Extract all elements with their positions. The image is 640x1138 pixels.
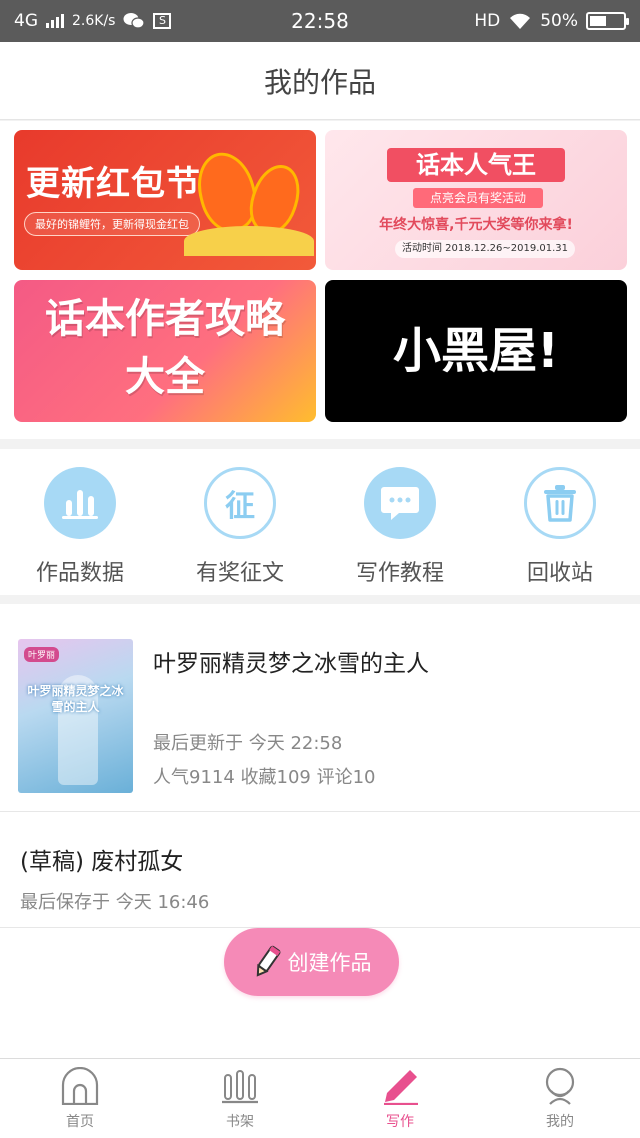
banner-author-guide[interactable]: 话本作者攻略 大全 — [14, 280, 316, 422]
chat-bubble-icon — [364, 467, 436, 539]
signal-icon — [46, 14, 64, 28]
bar-chart-icon — [44, 467, 116, 539]
pen-icon — [384, 1070, 418, 1105]
battery-icon — [586, 12, 629, 30]
banner-title-line1: 话本作者攻略 — [45, 296, 285, 342]
cover-logo: 叶罗丽 — [24, 647, 60, 662]
banner-subtitle: 最好的锦鲤符，更新得现金红包 — [24, 212, 200, 236]
status-bar: 4G 2.6K/s S 22:58 HD 50% — [0, 0, 640, 42]
work-title: (草稿) 废村孤女 — [20, 849, 184, 875]
tool-label: 写作教程 — [355, 561, 444, 586]
bottom-tab-bar: 首页 书架 写作 我的 — [0, 1058, 640, 1138]
tool-prize-essay[interactable]: 征 有奖征文 — [165, 449, 315, 595]
profile-icon — [545, 1067, 575, 1105]
tool-label: 有奖征文 — [195, 561, 284, 586]
pencil-icon — [256, 945, 280, 977]
work-last-saved: 最后保存于 今天 16:46 — [20, 892, 210, 913]
banner-title: 更新红包节 — [26, 164, 201, 204]
cover-title: 叶罗丽精灵梦之冰雪的主人 — [27, 684, 124, 714]
network-speed: 2.6K/s — [72, 13, 116, 29]
wifi-icon — [510, 13, 531, 29]
tool-grid: 作品数据 征 有奖征文 写作教程 回收站 — [0, 449, 640, 595]
banner-grid: 更新红包节 最好的锦鲤符，更新得现金红包 话本人气王 点亮会员有奖活动 年终大惊… — [0, 121, 640, 439]
bookshelf-icon — [222, 1070, 258, 1104]
banner-red-packet[interactable]: 更新红包节 最好的锦鲤符，更新得现金红包 — [14, 130, 316, 270]
banner-dark-room[interactable]: 小黑屋! — [325, 280, 627, 422]
tool-recycle-bin[interactable]: 回收站 — [485, 449, 635, 595]
work-last-update: 最后更新于 今天 22:58 — [153, 733, 343, 754]
tab-write[interactable]: 写作 — [320, 1059, 480, 1138]
wechat-icon — [123, 13, 146, 29]
notification-s-icon: S — [153, 13, 172, 29]
tab-home[interactable]: 首页 — [0, 1059, 160, 1138]
zheng-glyph: 征 — [225, 489, 255, 524]
create-work-label: 创建作品 — [287, 951, 372, 975]
work-title: 叶罗丽精灵梦之冰雪的主人 — [153, 651, 429, 677]
trash-icon — [524, 467, 596, 539]
book-cover: 叶罗丽 叶罗丽精灵梦之冰雪的主人 — [18, 639, 133, 793]
banner-prize-text: 年终大惊喜,千元大奖等你来拿! — [379, 217, 573, 233]
create-work-button[interactable]: 创建作品 — [224, 928, 399, 996]
banner-title: 话本人气王 — [387, 148, 565, 182]
tool-label: 回收站 — [526, 561, 593, 586]
zheng-icon: 征 — [204, 467, 276, 539]
work-item-draft[interactable]: (草稿) 废村孤女 最后保存于 今天 16:46 — [0, 812, 640, 928]
tool-label: 作品数据 — [35, 561, 124, 586]
tab-profile[interactable]: 我的 — [480, 1059, 640, 1138]
banner-title-line2: 大全 — [125, 354, 205, 400]
banner-popularity-king[interactable]: 话本人气王 点亮会员有奖活动 年终大惊喜,千元大奖等你来拿! 活动时间 2018… — [325, 130, 627, 270]
network-type: 4G — [14, 11, 38, 31]
work-item-published[interactable]: 叶罗丽 叶罗丽精灵梦之冰雪的主人 叶罗丽精灵梦之冰雪的主人 最后更新于 今天 2… — [0, 604, 640, 812]
home-icon — [61, 1067, 99, 1105]
banner-title: 话本作者攻略 大全 — [14, 290, 316, 406]
page-title: 我的作品 — [0, 42, 640, 120]
banner-title: 小黑屋! — [393, 323, 559, 379]
tab-label: 我的 — [546, 1114, 574, 1130]
tab-label: 写作 — [386, 1114, 414, 1130]
tool-writing-tutorial[interactable]: 写作教程 — [325, 449, 475, 595]
tab-bookshelf[interactable]: 书架 — [160, 1059, 320, 1138]
tab-label: 首页 — [66, 1114, 94, 1130]
tab-label: 书架 — [226, 1114, 254, 1130]
battery-percent: 50% — [540, 11, 578, 31]
wave-decoration — [184, 226, 314, 256]
hd-label: HD — [474, 11, 501, 31]
banner-date: 活动时间 2018.12.26~2019.01.31 — [395, 240, 575, 258]
tool-works-data[interactable]: 作品数据 — [5, 449, 155, 595]
works-list: 叶罗丽 叶罗丽精灵梦之冰雪的主人 叶罗丽精灵梦之冰雪的主人 最后更新于 今天 2… — [0, 604, 640, 1058]
banner-subtitle: 点亮会员有奖活动 — [413, 188, 543, 208]
work-stats: 人气9114 收藏109 评论10 — [153, 767, 376, 788]
